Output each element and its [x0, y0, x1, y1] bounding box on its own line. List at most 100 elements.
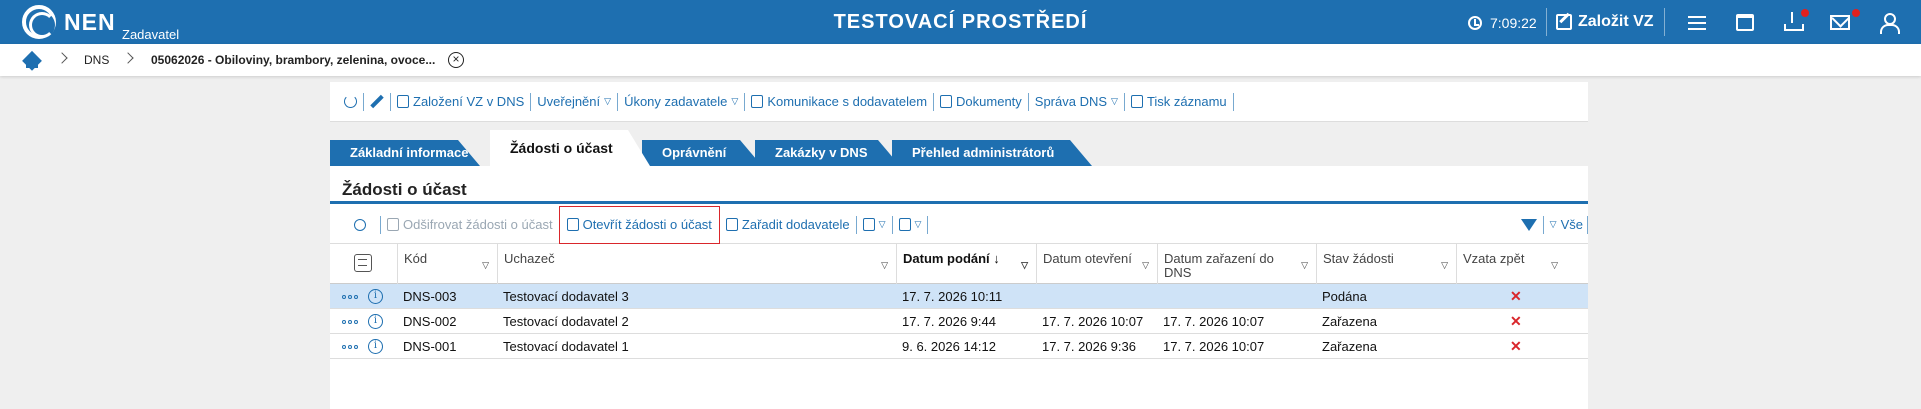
chevron-right-icon	[56, 52, 68, 64]
calendar-icon[interactable]	[1736, 14, 1754, 31]
nen-logo-icon[interactable]	[22, 5, 56, 39]
table-row[interactable]: i DNS-001 Testovací dodavatel 1 9. 6. 20…	[330, 334, 1588, 359]
breadcrumb-dns[interactable]: DNS	[84, 53, 109, 67]
create-vz-in-dns-button[interactable]: Založení VZ v DNS	[391, 94, 530, 109]
clipboard-icon	[751, 95, 764, 108]
menu-icon[interactable]	[1686, 12, 1708, 32]
info-icon[interactable]: i	[368, 289, 383, 304]
triangle-down-icon: ▽	[604, 96, 612, 106]
triangle-down-icon[interactable]: ▽	[881, 258, 888, 272]
table-row[interactable]: i DNS-003 Testovací dodavatel 3 17. 7. 2…	[330, 284, 1588, 309]
documents-button[interactable]: Dokumenty	[934, 94, 1028, 109]
withdrawn-x-icon: ✕	[1510, 338, 1522, 354]
column-label: Uchazeč	[504, 251, 555, 266]
section-title: Žádosti o účast	[342, 180, 467, 199]
info-icon[interactable]: i	[368, 339, 383, 354]
column-opened[interactable]: Datum otevření ▽	[1036, 244, 1157, 284]
tab-contracts-in-dns[interactable]: Zakázky v DNS	[755, 140, 900, 166]
table-row[interactable]: i DNS-002 Testovací dodavatel 2 17. 7. 2…	[330, 309, 1588, 334]
open-applications-button[interactable]: Otevřít žádosti o účast	[558, 205, 720, 244]
dns-management-menu[interactable]: Správa DNS ▽	[1029, 94, 1124, 109]
supplier-communication-button[interactable]: Komunikace s dodavatelem	[745, 94, 933, 109]
assign-doc-icon	[725, 218, 738, 231]
column-label: Datum otevření	[1043, 251, 1132, 266]
triangle-down-icon[interactable]: ▽	[1441, 258, 1448, 272]
mail-icon[interactable]	[1830, 15, 1850, 30]
column-settings-icon[interactable]	[354, 254, 372, 272]
divider	[1546, 8, 1547, 36]
filter-all-select[interactable]: ▽ Vše	[1544, 211, 1587, 239]
publication-menu[interactable]: Uveřejnění ▽	[531, 94, 617, 109]
badge-icon	[354, 218, 366, 231]
cell-opened	[1036, 284, 1042, 309]
filter-all-label: Vše	[1560, 217, 1583, 232]
more-options-icon[interactable]	[342, 295, 358, 299]
filter-button[interactable]	[1515, 211, 1543, 239]
triangle-down-icon[interactable]: ▽	[482, 258, 489, 272]
cell-bidder: Testovací dodavatel 2	[503, 314, 629, 329]
tab-permissions[interactable]: Oprávnění	[642, 140, 762, 166]
column-assigned[interactable]: Datum zařazení do DNS ▽	[1157, 244, 1316, 284]
export-menu[interactable]: ▽	[893, 211, 928, 239]
withdrawn-x-icon: ✕	[1510, 288, 1522, 304]
download-notification-dot	[1801, 9, 1809, 17]
action-label: Komunikace s dodavatelem	[767, 94, 928, 109]
divider	[933, 92, 935, 111]
column-bidder[interactable]: Uchazeč ▽	[497, 244, 896, 284]
print-record-button[interactable]: Tisk záznamu	[1125, 94, 1233, 109]
mail-notification-dot	[1852, 9, 1860, 17]
more-options-icon[interactable]	[342, 345, 358, 349]
triangle-down-icon[interactable]: ▽	[1551, 258, 1558, 272]
printer-icon	[1130, 95, 1143, 108]
cell-submitted: 17. 7. 2026 10:11	[902, 289, 1003, 304]
table-header: Kód ▽ Uchazeč ▽ Datum podání ↓ ▽ Datum otev…	[330, 244, 1588, 284]
divider	[1542, 215, 1544, 234]
column-withdrawn[interactable]: Vzata zpět ▽	[1456, 244, 1566, 284]
cell-status: Zařazena	[1322, 339, 1377, 354]
brand-name[interactable]: NEN	[64, 9, 116, 36]
applications-table: Kód ▽ Uchazeč ▽ Datum podání ↓ ▽ Datum otev…	[330, 244, 1588, 359]
badge-button[interactable]	[330, 211, 380, 239]
triangle-down-icon: ▽	[1549, 219, 1557, 229]
action-label: Tisk záznamu	[1146, 94, 1227, 109]
edit-button[interactable]	[364, 94, 390, 109]
contracting-acts-menu[interactable]: Úkony zadavatele ▽	[618, 94, 744, 109]
column-submitted[interactable]: Datum podání ↓ ▽	[896, 244, 1036, 284]
close-icon[interactable]: ×	[448, 52, 464, 68]
divider	[855, 215, 857, 234]
user-role: Zadavatel	[122, 27, 180, 42]
triangle-down-icon: ▽	[878, 219, 886, 229]
column-status[interactable]: Stav žádosti ▽	[1316, 244, 1456, 284]
action-label: Uveřejnění	[537, 94, 601, 109]
lock-doc-icon	[387, 218, 399, 231]
divider	[1123, 92, 1125, 111]
user-icon[interactable]	[1878, 12, 1900, 34]
column-code[interactable]: Kód ▽	[397, 244, 497, 284]
assign-suppliers-button[interactable]: Zařadit dodavatele	[720, 211, 856, 239]
tab-applications[interactable]: Žádosti o účast	[490, 130, 650, 166]
triangle-down-icon: ▽	[914, 219, 922, 229]
tab-administrators[interactable]: Přehled administrátorů	[892, 140, 1092, 166]
divider	[891, 215, 893, 234]
triangle-down-icon[interactable]: ▽	[1142, 258, 1149, 272]
more-options-icon[interactable]	[342, 320, 358, 324]
tab-basic-info[interactable]: Základní informace	[330, 140, 480, 166]
cell-code: DNS-002	[403, 314, 457, 329]
refresh-button[interactable]	[338, 95, 363, 108]
print-menu[interactable]: ▽	[857, 211, 892, 239]
new-vz-button[interactable]: Založit VZ	[1556, 10, 1654, 34]
divider	[390, 92, 391, 111]
home-icon[interactable]	[22, 51, 42, 69]
cell-assigned: 17. 7. 2026 10:07	[1163, 339, 1265, 354]
info-icon[interactable]: i	[368, 314, 383, 329]
cell-assigned	[1157, 284, 1163, 309]
clock-icon	[1468, 16, 1482, 30]
column-settings-cell	[330, 244, 397, 284]
breadcrumb-current: 05062026 - Obiloviny, brambory, zelenina…	[151, 53, 436, 67]
triangle-down-icon[interactable]: ▽	[1021, 258, 1028, 272]
column-label: Stav žádosti	[1323, 251, 1394, 266]
decrypt-applications-button[interactable]: Odšifrovat žádosti o účast	[381, 211, 559, 239]
triangle-down-icon[interactable]: ▽	[1301, 258, 1308, 272]
action-label: Úkony zadavatele	[624, 94, 728, 109]
session-clock: 7:09:22	[1490, 15, 1537, 31]
